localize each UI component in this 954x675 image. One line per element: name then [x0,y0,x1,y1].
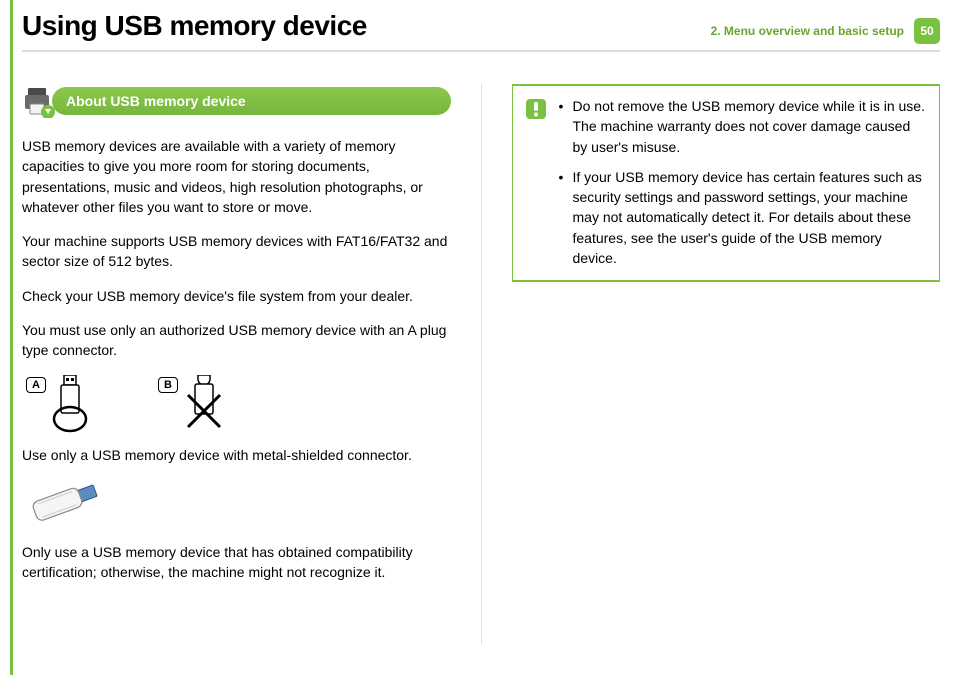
usb-type-a-ok-icon [52,375,88,435]
usb-stick-icon [22,479,112,529]
section-heading: About USB memory device [52,87,451,115]
caution-item: Do not remove the USB memory device whil… [559,96,926,157]
left-column: About USB memory device USB memory devic… [22,84,451,675]
usb-connector-diagram: A B [26,375,451,435]
paragraph: Your machine supports USB memory devices… [22,231,451,272]
page-header: Using USB memory device 2. Menu overview… [22,10,940,52]
column-divider [481,84,482,644]
paragraph: You must use only an authorized USB memo… [22,320,451,361]
caution-box: Do not remove the USB memory device whil… [512,84,941,282]
caution-item: If your USB memory device has certain fe… [559,167,926,268]
right-column: Do not remove the USB memory device whil… [512,84,941,675]
page-title: Using USB memory device [22,10,367,42]
label-a-badge: A [26,377,46,393]
caution-exclamation-icon [525,98,547,120]
printer-section-icon [22,84,56,118]
label-b-badge: B [158,377,178,393]
usb-type-b-no-icon [184,375,224,435]
paragraph: USB memory devices are available with a … [22,136,451,217]
breadcrumb: 2. Menu overview and basic setup [711,24,904,38]
paragraph: Use only a USB memory device with metal-… [22,445,451,465]
page-number-badge: 50 [914,18,940,44]
paragraph: Only use a USB memory device that has ob… [22,542,451,583]
section-heading-bar: About USB memory device [22,84,451,118]
paragraph: Check your USB memory device's file syst… [22,286,451,306]
